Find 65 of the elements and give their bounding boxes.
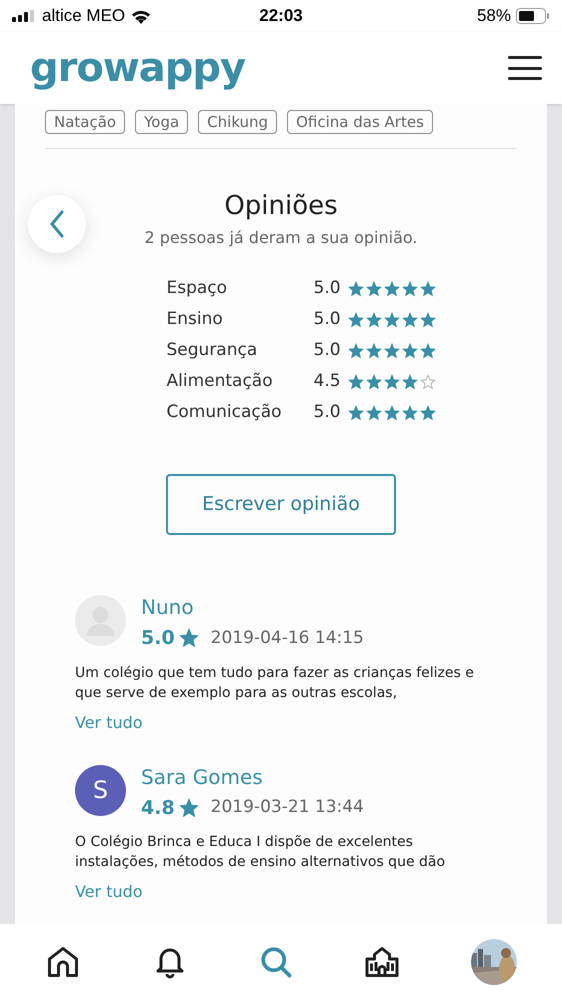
tag[interactable]: Chikung	[198, 110, 278, 134]
growappy-logo[interactable]: growappy	[30, 38, 246, 98]
review-text: O Colégio Brinca e Educa I dispõe de excelentes instalações, métodos de ensino alternativos que dão	[75, 833, 446, 872]
see-all-link[interactable]: Ver tudo	[75, 880, 143, 904]
category-score: 5.0	[314, 308, 342, 332]
star-empty-icon	[420, 374, 436, 390]
opinions-subtitle: 2 pessoas já deram a sua opinião.	[144, 227, 418, 249]
category-score: 5.0	[314, 401, 342, 424]
category-label: Segurança	[166, 339, 258, 362]
star-filled-icon	[348, 281, 364, 297]
battery-percent: 58%	[476, 5, 511, 28]
school-building-icon[interactable]	[364, 944, 400, 980]
review-date: 2019-04-16 14:15	[210, 626, 364, 650]
avatar-placeholder-icon	[75, 595, 126, 646]
avatar: S	[75, 764, 126, 816]
write-opinion-button[interactable]: Escrever opinião	[166, 474, 396, 535]
review-score: 4.8	[141, 796, 175, 820]
category-label: Ensino	[166, 308, 224, 332]
star-filled-icon	[366, 281, 382, 297]
star-filled-icon	[366, 374, 382, 390]
reviewer-name: Sara Gomes	[141, 764, 264, 788]
category-label: Comunicação	[166, 401, 283, 424]
star-icon	[178, 628, 199, 648]
tag[interactable]: Natação	[45, 110, 126, 134]
chevron-left-icon	[48, 209, 66, 239]
star-filled-icon	[402, 281, 418, 297]
star-filled-icon	[420, 343, 436, 359]
battery-icon	[516, 8, 550, 24]
category-score: 5.0	[314, 277, 342, 300]
star-filled-icon	[384, 312, 400, 328]
star-icon	[178, 798, 199, 818]
signal-icon	[12, 10, 36, 22]
star-filled-icon	[348, 405, 364, 421]
star-filled-icon	[366, 312, 382, 328]
star-filled-icon	[366, 343, 382, 359]
star-filled-icon	[348, 343, 364, 359]
category-label: Espaço	[166, 277, 228, 300]
star-filled-icon	[420, 312, 436, 328]
review-text: Um colégio que tem tudo para fazer as crianças felizes e que serve de exemplo para as outras escolas,	[75, 664, 475, 702]
star-filled-icon	[420, 405, 436, 421]
star-filled-icon	[348, 312, 364, 328]
reviewer-name: Nuno	[141, 595, 195, 619]
category-score: 4.5	[314, 370, 342, 394]
review-score: 5.0	[141, 626, 175, 651]
opinions-title: Opiniões	[224, 190, 338, 223]
star-filled-icon	[384, 343, 400, 359]
carrier-name: altice MEO	[42, 5, 126, 28]
star-filled-icon	[348, 374, 364, 390]
star-filled-icon	[402, 312, 418, 328]
star-filled-icon	[384, 405, 400, 421]
tag[interactable]: Yoga	[135, 110, 188, 134]
category-label: Alimentação	[166, 370, 274, 394]
star-filled-icon	[384, 281, 400, 297]
star-filled-icon	[402, 343, 418, 359]
category-score: 5.0	[314, 339, 342, 362]
star-filled-icon	[384, 374, 400, 390]
star-filled-icon	[420, 281, 436, 297]
review-date: 2019-03-21 13:44	[210, 796, 364, 819]
star-filled-icon	[402, 405, 418, 421]
tag[interactable]: Oficina das Artes	[287, 110, 433, 134]
wifi-icon	[131, 8, 152, 24]
star-filled-icon	[366, 405, 382, 421]
see-all-link[interactable]: Ver tudo	[75, 710, 143, 734]
status-time: 22:03	[259, 5, 303, 28]
star-filled-icon	[402, 374, 418, 390]
